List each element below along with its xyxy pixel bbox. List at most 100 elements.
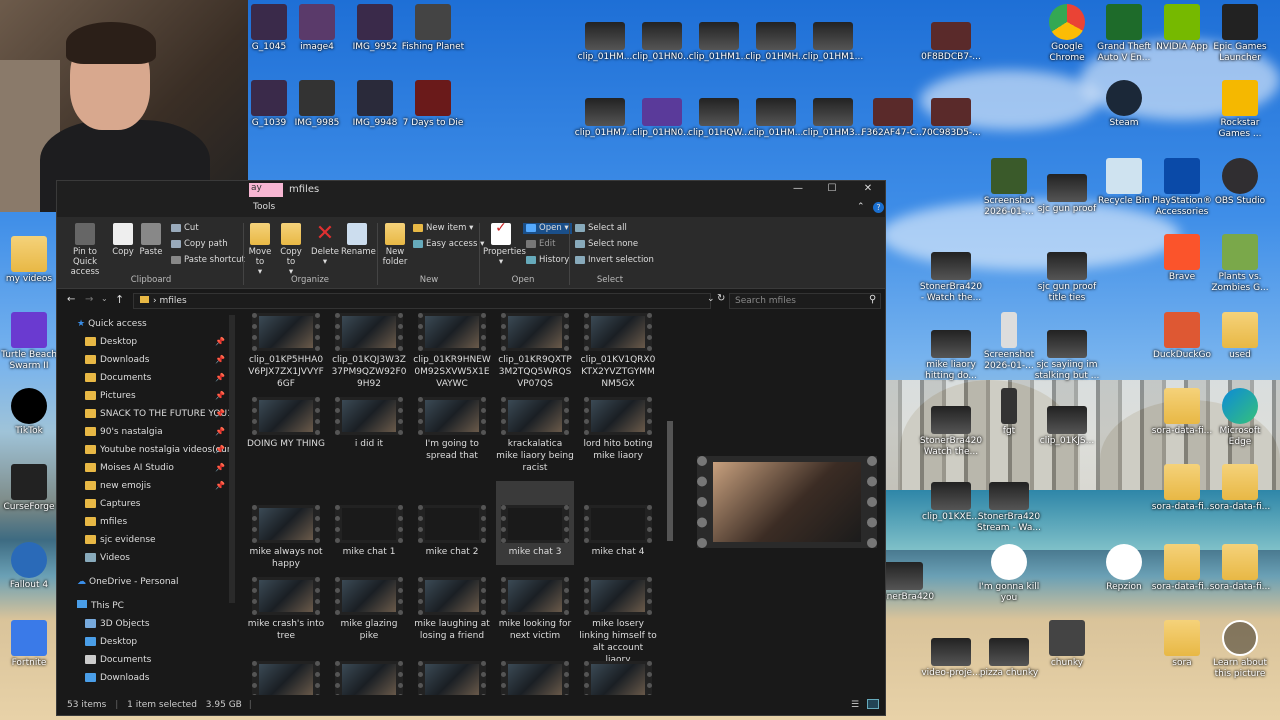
- file-tile[interactable]: DOING MY THING: [247, 397, 325, 450]
- nav-item[interactable]: Desktop: [57, 633, 237, 651]
- file-tile[interactable]: I'm going to spread that: [413, 397, 491, 462]
- nav-item[interactable]: new emojis 📌: [57, 477, 237, 495]
- edit-button[interactable]: Edit: [526, 239, 555, 250]
- delete-button[interactable]: ✕ Delete ▾: [311, 223, 339, 268]
- desktop-icon[interactable]: sora-data-fi...: [1207, 464, 1273, 513]
- desktop-icon[interactable]: image4: [284, 4, 350, 53]
- desktop-icon[interactable]: Repzion: [1091, 544, 1157, 593]
- paste-shortcut-button[interactable]: Paste shortcut: [171, 255, 245, 266]
- file-tile[interactable]: [330, 661, 408, 695]
- desktop-icon[interactable]: clip_01HM1...: [800, 16, 866, 63]
- file-tile[interactable]: [247, 661, 325, 695]
- desktop-icon[interactable]: I'm gonna kill you: [976, 544, 1042, 604]
- desktop-icon[interactable]: video-proje...: [918, 632, 984, 679]
- desktop-icon[interactable]: sjc gun proof title ties: [1034, 246, 1100, 304]
- file-tile[interactable]: mike always not happy: [247, 505, 325, 570]
- file-tile-selected[interactable]: mike chat 3: [496, 481, 574, 565]
- address-bar[interactable]: › mfiles: [133, 293, 711, 309]
- nav-item[interactable]: Downloads 📌: [57, 351, 237, 369]
- file-tile[interactable]: lord hito boting mike liaory: [579, 397, 657, 462]
- file-tile[interactable]: clip_01KR9HNEW0M92SXVW5X1EVAYWC: [413, 313, 491, 390]
- brave-icon[interactable]: Brave: [1149, 234, 1215, 283]
- minimize-button[interactable]: —: [783, 183, 813, 197]
- desktop-icon[interactable]: sora-data-fi...: [1149, 388, 1215, 437]
- file-tile[interactable]: clip_01KP5HHA0V6PJX7ZX1JVVYF6GF: [247, 313, 325, 390]
- nav-item[interactable]: 90's nastalgia 📌: [57, 423, 237, 441]
- easy-access-button[interactable]: Easy access ▾: [413, 239, 484, 250]
- duckduckgo-icon[interactable]: DuckDuckGo: [1149, 312, 1215, 361]
- desktop-icon[interactable]: clip_01HM3...: [800, 92, 866, 139]
- nav-item[interactable]: Pictures 📌: [57, 387, 237, 405]
- ribbon-tab-highlight[interactable]: ay: [249, 183, 283, 197]
- back-arrow-icon[interactable]: ←: [67, 294, 75, 305]
- nav-item[interactable]: Downloads: [57, 669, 237, 687]
- desktop-icon[interactable]: sora-data-fi...: [1149, 464, 1215, 513]
- copy-to-button[interactable]: Copy to ▾: [277, 223, 305, 277]
- file-tile[interactable]: mike chat 4: [579, 505, 657, 558]
- file-list-scrollbar[interactable]: [667, 421, 673, 541]
- obs-icon[interactable]: OBS Studio: [1207, 158, 1273, 207]
- new-item-button[interactable]: New item ▾: [413, 223, 473, 234]
- desktop-icon[interactable]: sora: [1149, 620, 1215, 669]
- desktop-icon[interactable]: Plants vs. Zombies G...: [1207, 234, 1273, 294]
- address-dropdown-icon[interactable]: ⌄: [707, 294, 715, 304]
- nav-item[interactable]: 3D Objects: [57, 615, 237, 633]
- desktop-icon[interactable]: sora-data-fi...: [1207, 544, 1273, 593]
- file-tile[interactable]: [579, 661, 657, 695]
- learn-about-picture-icon[interactable]: Learn about this picture: [1207, 620, 1273, 680]
- turtle-beach-icon[interactable]: Turtle Beach Swarm II: [0, 312, 62, 372]
- desktop-icon[interactable]: 70C983D5-...: [918, 92, 984, 139]
- desktop-icon[interactable]: chunky: [1034, 620, 1100, 669]
- file-tile[interactable]: clip_01KV1QRX0KTX2YVZTGYMMNM5GX: [579, 313, 657, 390]
- epic-games-icon[interactable]: Epic Games Launcher: [1207, 4, 1273, 64]
- nav-scrollbar[interactable]: [229, 315, 235, 603]
- desktop-icon[interactable]: sjc sayiing im stalking but ...: [1034, 324, 1100, 382]
- nav-item[interactable]: Documents 📌: [57, 369, 237, 387]
- nav-item[interactable]: Youtube nostalgia videos(our 📌: [57, 441, 237, 459]
- search-icon[interactable]: ⚲: [869, 294, 876, 305]
- desktop-icon[interactable]: pizza chunky: [976, 632, 1042, 679]
- rockstar-icon[interactable]: Rockstar Games ...: [1207, 80, 1273, 140]
- details-view-icon[interactable]: ☰: [851, 695, 859, 715]
- fallout-icon[interactable]: Fallout 4: [0, 542, 62, 591]
- desktop-icon[interactable]: my videos: [0, 236, 62, 285]
- desktop-icon[interactable]: mike liaory hitting do...: [918, 324, 984, 382]
- large-icons-view-icon[interactable]: [867, 699, 879, 709]
- file-tile[interactable]: [496, 661, 574, 695]
- desktop-icon[interactable]: Fishing Planet: [400, 4, 466, 53]
- file-tile[interactable]: clip_01KR9QXTP3M2TQQ5WRQSVP07QS: [496, 313, 574, 390]
- nav-item[interactable]: Desktop 📌: [57, 333, 237, 351]
- file-tile[interactable]: clip_01KQJ3W3Z37PM9QZW92F09H92: [330, 313, 408, 390]
- nav-this-pc[interactable]: This PC: [57, 597, 237, 615]
- desktop-icon[interactable]: StonerBra420 - Watch the...: [918, 246, 984, 304]
- file-tile[interactable]: mike chat 1: [330, 505, 408, 558]
- nav-item[interactable]: sjc evidense: [57, 531, 237, 549]
- select-all-button[interactable]: Select all: [575, 223, 627, 234]
- file-tile[interactable]: [413, 661, 491, 695]
- file-tile[interactable]: krackalatica mike liaory being racist: [496, 397, 574, 474]
- gta-icon[interactable]: Grand Theft Auto V En...: [1091, 4, 1157, 64]
- desktop-icon[interactable]: fgt: [976, 388, 1042, 437]
- file-tile[interactable]: mike chat 2: [413, 505, 491, 558]
- file-tile[interactable]: mike losery linking himself to alt accou…: [579, 577, 657, 666]
- edge-icon[interactable]: Microsoft Edge: [1207, 388, 1273, 448]
- invert-selection-button[interactable]: Invert selection: [575, 255, 654, 266]
- move-to-button[interactable]: Move to ▾: [247, 223, 273, 277]
- rename-button[interactable]: Rename: [341, 223, 376, 257]
- file-tile[interactable]: mike glazing pike: [330, 577, 408, 642]
- nav-item-mfiles[interactable]: mfiles: [57, 513, 237, 531]
- copy-button[interactable]: Copy: [111, 223, 135, 257]
- desktop-icon[interactable]: clip_01KJS...: [1034, 400, 1100, 447]
- file-tile[interactable]: mike crash's into tree: [247, 577, 325, 642]
- close-button[interactable]: ✕: [853, 183, 883, 197]
- steam-icon[interactable]: Steam: [1091, 80, 1157, 129]
- refresh-icon[interactable]: ↻: [717, 293, 725, 304]
- desktop-icon[interactable]: sora-data-fi...: [1149, 544, 1215, 593]
- tab-tools[interactable]: Tools: [253, 202, 275, 212]
- curseforge-icon[interactable]: CurseForge: [0, 464, 62, 513]
- help-icon[interactable]: ?: [873, 202, 884, 213]
- desktop-icon[interactable]: 0F8BDCB7-...: [918, 16, 984, 63]
- desktop-icon[interactable]: StonerBra420 Watch the...: [918, 400, 984, 458]
- properties-button[interactable]: ✓ Properties ▾: [483, 221, 526, 267]
- nav-quick-access[interactable]: ★ Quick access: [57, 315, 237, 333]
